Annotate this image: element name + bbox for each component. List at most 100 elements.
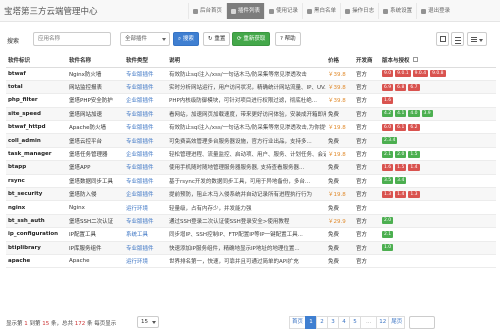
search-button[interactable]: ⌕ 搜索 bbox=[173, 32, 199, 46]
version-badge[interactable]: 3.4 bbox=[395, 177, 407, 185]
version-badge[interactable]: 1.0 bbox=[382, 244, 394, 252]
page-button[interactable]: 尾页 bbox=[388, 316, 406, 329]
search-input[interactable] bbox=[33, 32, 111, 46]
grid-view-button[interactable] bbox=[436, 32, 449, 46]
plugin-type[interactable]: 企业版插件 bbox=[124, 93, 167, 108]
version-badge[interactable]: 2.1 bbox=[382, 150, 394, 158]
col-header-versions[interactable]: 版本与授权 bbox=[380, 54, 496, 68]
version-badge[interactable]: 1.5 bbox=[395, 163, 407, 171]
list-view-button[interactable] bbox=[451, 32, 464, 46]
col-header-type[interactable]: 软件类型 bbox=[124, 54, 167, 68]
table-row[interactable]: ip_configuration IP配置工具 系统工具 同步增IP、SSH控制IP、… bbox=[6, 227, 496, 242]
version-badge[interactable]: 1.5 bbox=[408, 150, 420, 158]
version-badge[interactable]: 6.0 bbox=[382, 123, 394, 131]
help-button[interactable]: ? 帮助 bbox=[275, 32, 301, 46]
columns-menu-button[interactable] bbox=[467, 32, 487, 46]
col-header-id[interactable]: 软件标识 bbox=[6, 54, 67, 68]
plugin-desc: 有效防止sql注入/xss/一句话木马/防采集等常见渗透攻击,为你提供... bbox=[167, 120, 326, 135]
col-header-name[interactable]: 软件名称 bbox=[67, 54, 124, 68]
version-badge[interactable]: 6.7 bbox=[408, 83, 420, 91]
plugin-type[interactable]: 运行环境 bbox=[124, 200, 167, 215]
plugin-type[interactable]: 专业版插件 bbox=[124, 67, 167, 81]
version-badge[interactable]: 4.0 bbox=[408, 110, 420, 118]
version-badge[interactable]: 6.2 bbox=[408, 123, 420, 131]
nav-item-plugins[interactable]: 插件列表 bbox=[226, 3, 265, 19]
version-badge[interactable]: 2.1 bbox=[382, 230, 394, 238]
plugin-type[interactable]: 专业版插件 bbox=[124, 107, 167, 122]
per-page-select[interactable]: 15 bbox=[137, 316, 159, 328]
version-badge[interactable]: 1.6 bbox=[382, 163, 394, 171]
version-badge[interactable]: 2.3.4 bbox=[382, 137, 398, 145]
reset-button-label: 重置 bbox=[214, 36, 226, 42]
version-badge[interactable]: 2.0 bbox=[395, 150, 407, 158]
plugin-id: btapp bbox=[6, 160, 67, 175]
version-badge[interactable]: 4.2 bbox=[382, 110, 394, 118]
version-badge[interactable]: 6.9 bbox=[382, 83, 394, 91]
page-jump-input[interactable] bbox=[409, 316, 436, 329]
col-header-price[interactable]: 价格 bbox=[326, 54, 354, 68]
version-badge[interactable]: 6.8 bbox=[395, 83, 407, 91]
version-badge[interactable]: 9.0 bbox=[382, 70, 394, 78]
table-row[interactable]: coll_admin 堡塔云控平台 专业版插件 可免费高效管理多台服务器设施，官方行业… bbox=[6, 133, 496, 148]
plugin-type[interactable]: 专业版插件 bbox=[124, 160, 167, 175]
plugin-type[interactable]: 专业版插件 bbox=[124, 80, 167, 95]
nav-item-logout[interactable]: 退出登录 bbox=[416, 3, 454, 19]
table-row[interactable]: site_speed 堡塔网站加速 专业版插件 看网站，加速网页加载速度，带来更好访问… bbox=[6, 107, 496, 122]
version-badge[interactable]: 3.9 bbox=[421, 110, 433, 118]
table-row[interactable]: btiplibrary IP库服务组件 专业版插件 快速添加IP服务组件，精确地显示I… bbox=[6, 241, 496, 255]
version-badge[interactable]: 9.0.4 bbox=[412, 70, 429, 78]
table-row[interactable]: bt_ssh_auth 堡塔SSH二次认证 专业版插件 通过SSH登录二次认证使SSH… bbox=[6, 214, 496, 229]
plugin-type[interactable]: 专业版插件 bbox=[124, 214, 167, 229]
plugin-id: rsync bbox=[6, 174, 67, 189]
plugin-type[interactable]: 专业版插件 bbox=[124, 133, 167, 148]
plugin-versions bbox=[380, 254, 496, 269]
nav-item-records[interactable]: 使用记录 bbox=[264, 3, 302, 19]
top-bar: 宝塔第三方云端管理中心 后台首页 插件列表 使用记录 黑白名单 操作日志 系统设… bbox=[0, 0, 500, 22]
table-row[interactable]: task_manager 堡塔任务管理器 企业版插件 轻松管理进程、流量监控、启动项、… bbox=[6, 147, 496, 162]
plugin-dev: 官方 bbox=[354, 174, 380, 189]
col-header-dev[interactable]: 开发商 bbox=[354, 54, 380, 68]
plugin-type[interactable]: 专业版插件 bbox=[124, 174, 167, 189]
reset-button[interactable]: ↻ 重置 bbox=[203, 32, 231, 46]
table-row[interactable]: btapp 堡塔APP 专业版插件 使用手机随时随地管理服务器服务器, 支持查看服务器… bbox=[6, 160, 496, 175]
table-row[interactable]: php_filter 堡塔PHP安全防护 企业版插件 PHP内核级防御模块，可针对项目… bbox=[6, 93, 496, 108]
version-badge[interactable]: 1.4 bbox=[395, 190, 407, 198]
plugin-versions: 9.0 9.0.1 9.0.4 9.0.8 bbox=[380, 67, 496, 81]
version-badge[interactable]: 1.4 bbox=[408, 163, 420, 171]
plugin-type[interactable]: 系统工具 bbox=[124, 227, 167, 242]
nav-item-home[interactable]: 后台首页 bbox=[188, 3, 226, 19]
table-row[interactable]: btwaf_httpd Apache防火墙 专业版插件 有效防止sql注入/xss/一… bbox=[6, 120, 496, 135]
nav-item-settings[interactable]: 系统设置 bbox=[378, 3, 416, 19]
nav-item-logs[interactable]: 操作日志 bbox=[340, 3, 378, 19]
version-badge[interactable]: 4.1 bbox=[395, 110, 407, 118]
version-badge[interactable]: 1.3 bbox=[382, 190, 394, 198]
page-button[interactable]: 首页 bbox=[289, 316, 307, 329]
plugin-filter-select[interactable]: 全部插件 bbox=[120, 32, 170, 46]
table-row[interactable]: nginx Nginx 运行环境 轻量级，占有内存少，并发能力强 免费 官方 bbox=[6, 200, 496, 215]
plugin-type[interactable]: 运行环境 bbox=[124, 254, 167, 269]
plugin-type[interactable]: 专业版插件 bbox=[124, 120, 167, 135]
plugin-type[interactable]: 企业版插件 bbox=[124, 147, 167, 162]
table-row[interactable]: apache Apache 运行环境 世界排名第一，快速，可靠并且可通过简单的API扩… bbox=[6, 254, 496, 269]
col-header-desc[interactable]: 说明 bbox=[167, 54, 326, 68]
version-badge[interactable]: 1.6 bbox=[382, 96, 394, 104]
version-badge[interactable]: 1.3 bbox=[408, 190, 420, 198]
plugin-type[interactable]: 专业版插件 bbox=[124, 241, 167, 255]
version-badge[interactable]: 3.5 bbox=[382, 177, 394, 185]
version-badge[interactable]: 2.0 bbox=[382, 217, 394, 225]
plugin-versions: 1.6 1.5 1.4 bbox=[380, 160, 496, 175]
plugin-type[interactable]: 企业版插件 bbox=[124, 187, 167, 202]
refresh-button[interactable]: ⟳ 重新获取 bbox=[232, 32, 271, 46]
plugin-versions: 1.6 bbox=[380, 93, 496, 108]
nav-item-blacklist[interactable]: 黑白名单 bbox=[302, 3, 340, 19]
version-badge[interactable]: 6.1 bbox=[395, 123, 407, 131]
table-row[interactable]: total 网站监控报表 专业版插件 实时分析网站运行，用户访问状况，精确统计网站流量… bbox=[6, 80, 496, 95]
plugin-name: 堡塔任务管理器 bbox=[67, 147, 124, 162]
version-badge[interactable]: 9.0.1 bbox=[395, 70, 411, 78]
table-row[interactable]: btwaf Nginx防火墙 专业版插件 有效防止sql注入/xss/一句话木马/防采… bbox=[6, 67, 496, 81]
summary-suffix: 条 每页显示 bbox=[87, 321, 117, 327]
select-all-checkbox[interactable] bbox=[412, 57, 418, 63]
table-row[interactable]: rsync 堡塔数据同步工具 专业版插件 基于rsync开发的数据同步工具，可用于异地… bbox=[6, 174, 496, 189]
version-badge[interactable]: 9.0.8 bbox=[430, 70, 446, 78]
table-row[interactable]: bt_security 堡塔防入侵 企业版插件 提前预防，阻止木马入侵系统并自动记录所… bbox=[6, 187, 496, 202]
